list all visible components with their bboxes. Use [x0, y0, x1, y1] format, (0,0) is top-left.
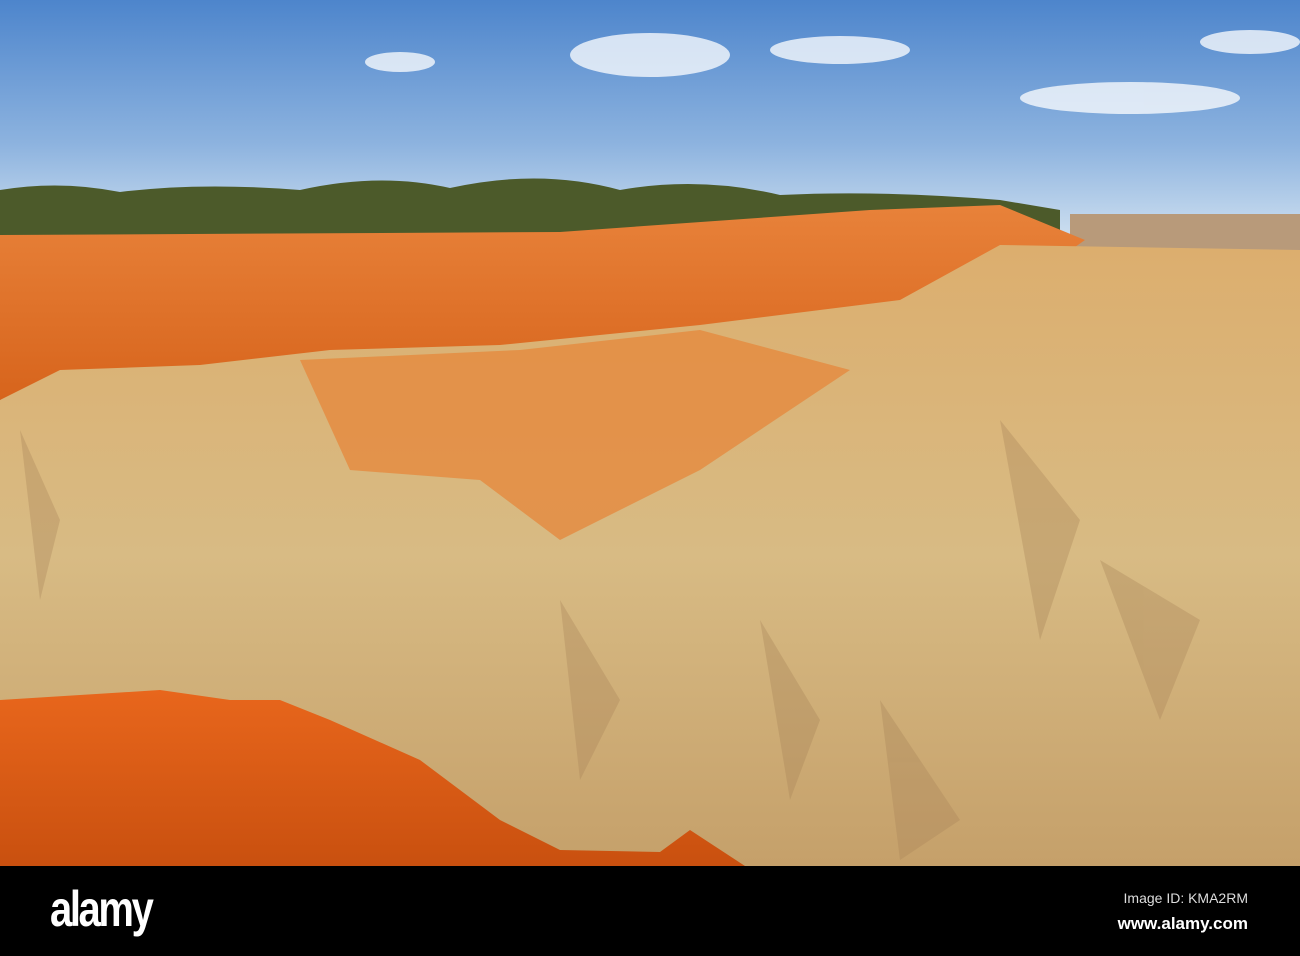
image-id-label: Image ID: KMA2RM: [1123, 890, 1248, 906]
alamy-logo: alamy: [50, 881, 154, 937]
canyon-landscape-photo: [0, 0, 1300, 866]
watermark-bar: alamy Image ID: KMA2RM www.alamy.com: [0, 866, 1300, 956]
site-url: www.alamy.com: [1117, 914, 1248, 933]
